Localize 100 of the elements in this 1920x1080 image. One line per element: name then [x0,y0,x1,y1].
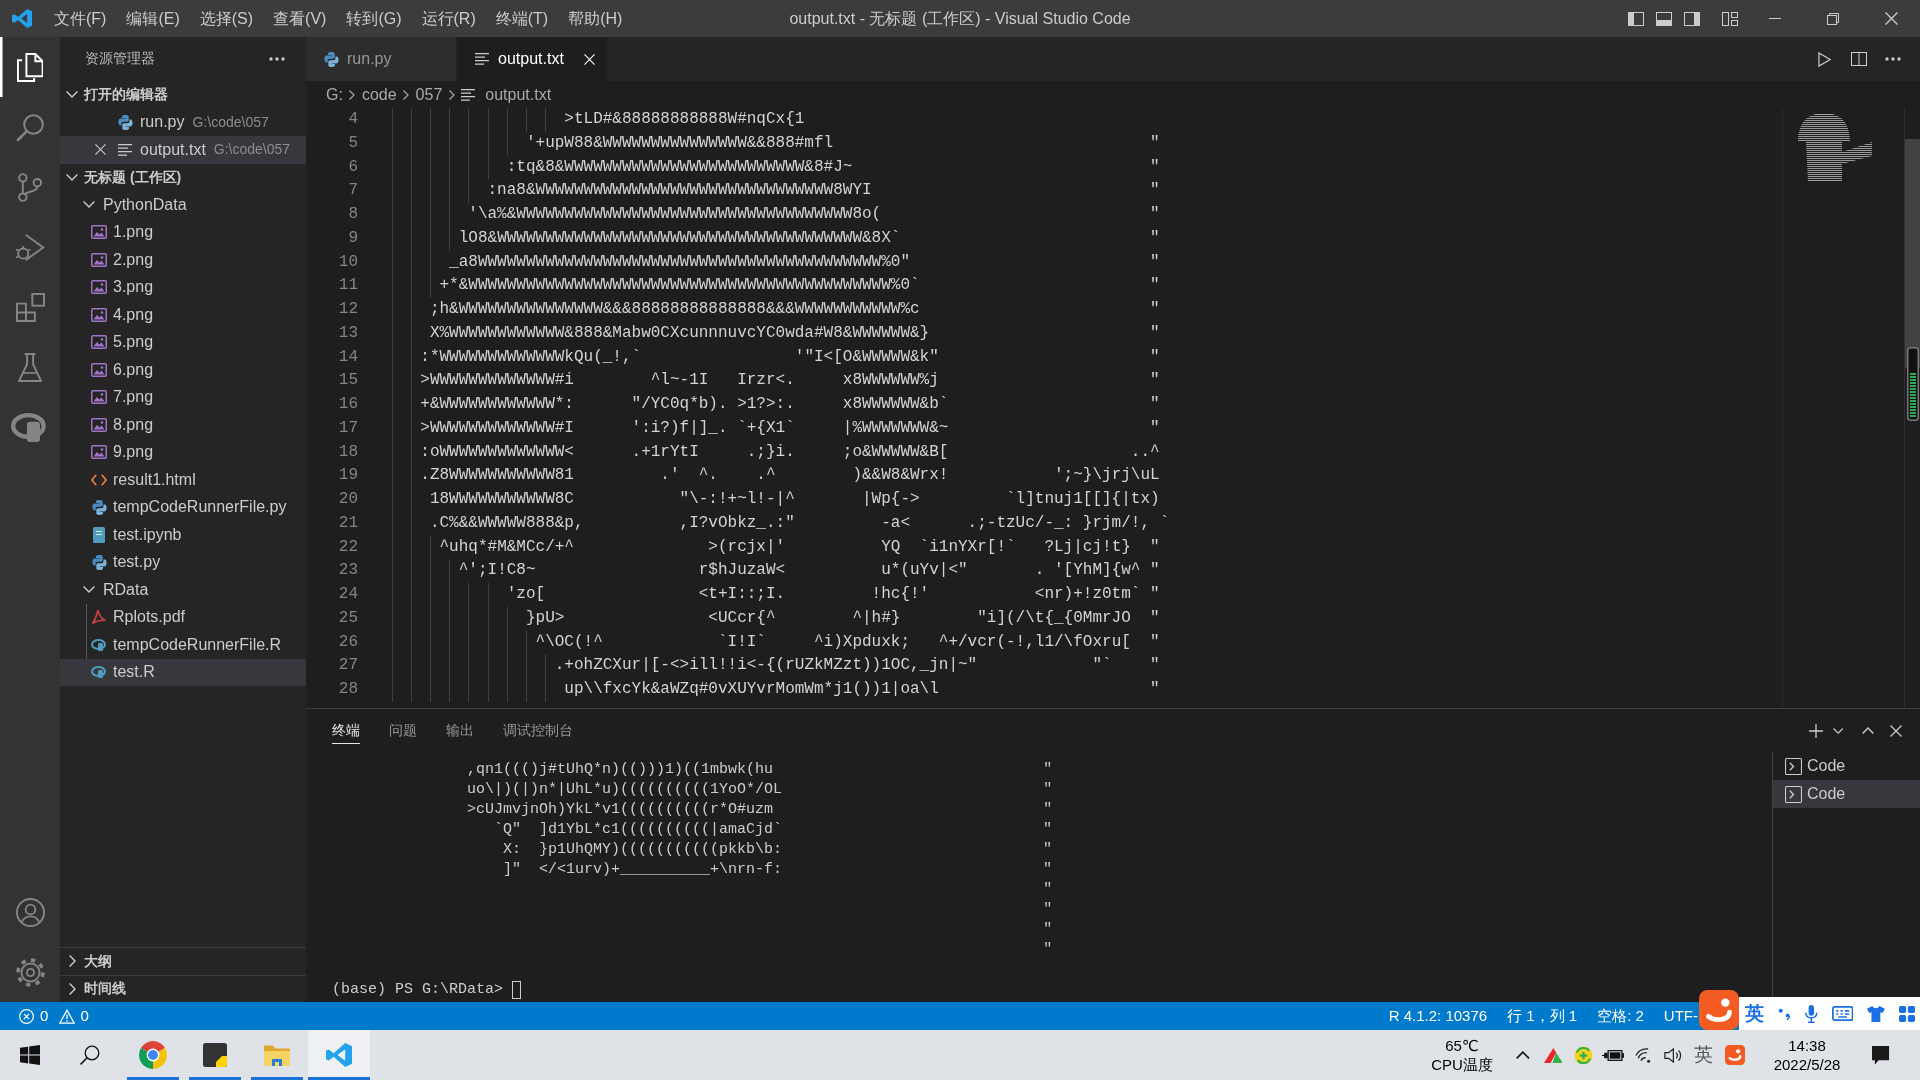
file-item[interactable]: 6.png [60,356,306,384]
menu-item[interactable]: 查看(V) [263,0,337,37]
file-item[interactable]: result1.html [60,466,306,494]
close-icon[interactable] [94,144,106,156]
shirt-icon[interactable] [1866,1005,1885,1022]
terminal-line: " [1043,900,1053,920]
section-header[interactable]: 无标题 (工作区) [60,163,306,191]
file-item[interactable]: 3.png [60,273,306,301]
breadcrumb-item[interactable]: code [361,84,397,105]
run-icon[interactable] [1818,51,1832,67]
ime-logo-icon[interactable] [1725,1045,1745,1065]
battery-icon[interactable] [1602,1049,1624,1061]
file-item[interactable]: 7.png [60,383,306,411]
settings-icon[interactable] [15,957,45,987]
chevron-right-icon [68,955,76,968]
folder-item[interactable]: RData [60,576,306,604]
code-line: >tLD#&88888888888W#nqCx{1 [564,109,805,130]
editor-tab[interactable]: run.py [306,37,457,81]
problems-status[interactable]: 0 0 [19,1006,89,1026]
breadcrumb-item[interactable]: output.txt [461,84,552,105]
breadcrumb-item[interactable]: G: [326,84,343,105]
file-item[interactable]: 4.png [60,301,306,329]
line-number: 18 [337,441,358,463]
open-editor-item[interactable]: run.py G:\code\057 [60,108,306,136]
status-item[interactable]: 行 1，列 1 [1507,1006,1578,1026]
section-header[interactable]: 打开的编辑器 [60,81,306,109]
open-editor-item[interactable]: output.txt G:\code\057 [60,136,306,164]
more-icon[interactable] [1885,57,1901,61]
chevron-right-icon [349,89,356,100]
terminal-item[interactable]: Code [1773,780,1920,808]
menu-item[interactable]: 运行(R) [411,0,486,37]
sidebar-toggle-icon[interactable] [1684,11,1700,26]
panel-tab[interactable]: 输出 [446,716,474,745]
close-icon[interactable] [1884,12,1898,25]
status-item[interactable]: 空格: 2 [1597,1006,1644,1026]
ime-mode[interactable]: 英 [1745,1004,1764,1023]
search-icon[interactable] [80,1045,100,1065]
file-item[interactable]: test.R [60,658,306,686]
terminal-prompt: (base) PS G:\RData> [332,980,504,1000]
language-indicator[interactable]: 英 [1688,1043,1718,1067]
panel-toggle-icon[interactable] [1656,11,1672,26]
ime-logo-icon[interactable] [1699,990,1739,1030]
scrollbar-thumb[interactable] [1905,139,1920,368]
line-number: 25 [337,607,358,629]
file-item[interactable]: 5.png [60,328,306,356]
menu-item[interactable]: 文件(F) [44,0,117,37]
wifi-icon[interactable] [1634,1047,1652,1063]
file-item[interactable]: 9.png [60,438,306,466]
chevron-down-icon [83,586,95,594]
microphone-icon[interactable] [1804,1004,1818,1023]
restore-icon[interactable] [1827,12,1839,25]
menu-item[interactable]: 编辑(E) [116,0,190,37]
section-header[interactable]: 大纲 [60,947,306,975]
terminal-item[interactable]: Code [1773,752,1920,780]
split-editor-icon[interactable] [1851,52,1867,66]
chevron-up-icon[interactable] [1516,1051,1530,1059]
breadcrumb-item[interactable]: 057 [415,84,443,105]
terminal-line: " [1043,880,1053,900]
terminal-line: >cUJmvjnOh)YkL*v1((((((((((r*O#uzm " [467,800,1053,820]
keyboard-icon[interactable] [1831,1006,1853,1021]
panel-tab[interactable]: 调试控制台 [503,716,573,745]
file-item[interactable]: test.ipynb [60,521,306,549]
file-item[interactable]: tempCodeRunnerFile.py [60,493,306,521]
grid-icon[interactable] [1898,1005,1915,1022]
pdf-icon [91,609,107,626]
peak-icon[interactable] [1543,1047,1563,1063]
plus-icon[interactable] [1809,723,1823,738]
status-item[interactable]: UTF- [1663,1006,1698,1026]
menu-item[interactable]: 选择(S) [189,0,264,37]
search-icon [15,112,45,142]
line-number: 28 [337,679,358,700]
notification-icon[interactable] [1872,1045,1890,1065]
start-icon[interactable] [20,1045,40,1065]
status-item[interactable]: R 4.1.2: 10376 [1388,1006,1488,1026]
line-number: 27 [337,655,358,677]
sidebar-toggle-icon[interactable] [1628,11,1644,26]
volume-icon[interactable] [1663,1047,1683,1063]
image-icon [91,445,107,460]
account-icon[interactable] [15,897,45,927]
file-item[interactable]: Rplots.pdf [60,603,306,631]
code-line: >WWWWWWWWWWWWW#I ':i?)f|]_. `+{X1` |%WWWWWWW&~ " [420,417,1160,439]
punctuation-icon[interactable] [1778,1007,1791,1020]
panel-tab[interactable]: 问题 [389,716,417,745]
file-item[interactable]: tempCodeRunnerFile.R [60,631,306,659]
file-item[interactable]: 8.png [60,411,306,439]
editor-tab[interactable]: output.txt [457,37,608,81]
chevron-down-icon[interactable] [1832,727,1844,734]
layout-icon[interactable] [1722,11,1738,26]
folder-item[interactable]: PythonData [60,191,306,219]
code-line: ^';I!C8~ r$hJuzaW< u*(uYv|<" . '[YhM]{w^ " [458,560,1160,582]
panel-tab[interactable]: 终端 [332,716,360,745]
menu-item[interactable]: 终端(T) [485,0,559,37]
menu-item[interactable]: 帮助(H) [558,0,633,37]
notebook-icon [93,526,105,543]
file-item[interactable]: test.py [60,548,306,576]
file-item[interactable]: 2.png [60,246,306,274]
more-icon[interactable] [269,57,285,61]
menu-item[interactable]: 转到(G) [336,0,412,37]
file-item[interactable]: 1.png [60,218,306,246]
close-icon[interactable] [1890,724,1902,737]
